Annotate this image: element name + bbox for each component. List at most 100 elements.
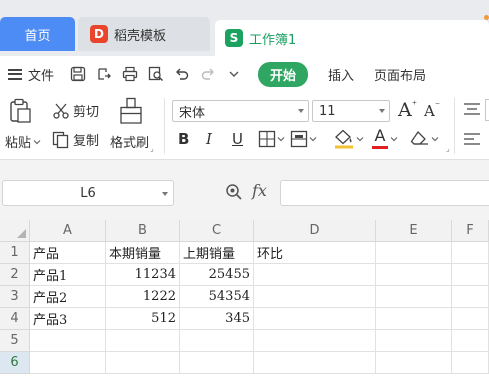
row-header-6[interactable]: 6 <box>0 352 30 374</box>
cell-d3[interactable] <box>254 286 376 308</box>
select-all-corner[interactable] <box>0 220 30 242</box>
cell-c1[interactable]: 上期销量 <box>180 242 254 264</box>
copy-label: 复制 <box>73 134 100 149</box>
cell-e4[interactable] <box>376 308 452 330</box>
clipboard-expand-icon[interactable]: ⌟ <box>150 144 154 153</box>
save-icon[interactable] <box>68 64 88 84</box>
zoom-search-icon[interactable] <box>225 183 243 205</box>
underline-button[interactable]: U <box>232 130 243 148</box>
cell-b5[interactable] <box>106 330 180 352</box>
borders-button[interactable] <box>258 130 285 148</box>
cell-d1[interactable]: 环比 <box>254 242 376 264</box>
row-header-5[interactable]: 5 <box>0 330 30 352</box>
quick-access-toolbar <box>68 64 244 84</box>
clear-format-button[interactable] <box>410 130 439 148</box>
tab-insert[interactable]: 插入 <box>328 65 354 84</box>
cell-f2[interactable] <box>452 264 489 286</box>
row-header-4[interactable]: 4 <box>0 308 30 330</box>
fill-color-button[interactable] <box>333 129 364 149</box>
tab-start[interactable]: 开始 <box>258 61 309 87</box>
cell-d2[interactable] <box>254 264 376 286</box>
redo-icon[interactable] <box>198 64 218 84</box>
cell-c5[interactable] <box>180 330 254 352</box>
cell-a3[interactable]: 产品2 <box>30 286 106 308</box>
bold-button[interactable]: B <box>178 130 189 148</box>
column-header-c[interactable]: C <box>180 220 254 242</box>
cell-a2[interactable]: 产品1 <box>30 264 106 286</box>
cell-e3[interactable] <box>376 286 452 308</box>
cell-f6[interactable] <box>452 352 489 374</box>
column-header-f[interactable]: F <box>452 220 489 242</box>
name-box[interactable]: L6 <box>2 180 174 206</box>
merge-cells-button[interactable] <box>290 130 317 148</box>
tab-template[interactable]: D 稻壳模板 <box>78 17 210 51</box>
format-painter-icon[interactable] <box>118 97 144 125</box>
font-size-select[interactable]: 11 <box>312 100 390 122</box>
column-header-a[interactable]: A <box>30 220 106 242</box>
cell-d6[interactable] <box>254 352 376 374</box>
paste-button[interactable]: 粘贴 <box>5 132 41 151</box>
print-preview-icon[interactable] <box>146 64 166 84</box>
cell-b3[interactable]: 1222 <box>106 286 180 308</box>
row-header-3[interactable]: 3 <box>0 286 30 308</box>
font-expand-icon[interactable]: ⌟ <box>446 144 450 153</box>
cell-e6[interactable] <box>376 352 452 374</box>
cell-b2[interactable]: 11234 <box>106 264 180 286</box>
font-name-select[interactable]: 宋体 <box>172 100 309 122</box>
column-header-e[interactable]: E <box>376 220 452 242</box>
format-painter-button[interactable]: 格式刷 <box>110 132 149 151</box>
cell-e1[interactable] <box>376 242 452 264</box>
paste-icon[interactable] <box>8 98 32 124</box>
cell-a4[interactable]: 产品3 <box>30 308 106 330</box>
increase-font-size-button[interactable]: A ⁺ <box>398 99 417 121</box>
cell-f5[interactable] <box>452 330 489 352</box>
cell-b1[interactable]: 本期销量 <box>106 242 180 264</box>
borders-icon <box>258 130 276 148</box>
cell-c4[interactable]: 345 <box>180 308 254 330</box>
cell-a1[interactable]: 产品 <box>30 242 106 264</box>
cell-c3[interactable]: 54354 <box>180 286 254 308</box>
font-color-button[interactable]: A <box>372 128 398 149</box>
cell-e2[interactable] <box>376 264 452 286</box>
cell-f4[interactable] <box>452 308 489 330</box>
cut-button[interactable]: 剪切 <box>52 101 99 120</box>
undo-icon[interactable] <box>172 64 192 84</box>
cell-c6[interactable] <box>180 352 254 374</box>
customize-dropdown-icon[interactable] <box>224 64 244 84</box>
spreadsheet-grid: A B C D E F 1 产品 本期销量 上期销量 环比 2 产品1 11234 25455 3 产品2 122… <box>0 220 489 384</box>
cell-f3[interactable] <box>452 286 489 308</box>
print-icon[interactable] <box>120 64 140 84</box>
tab-page-layout[interactable]: 页面布局 <box>374 65 426 84</box>
italic-button[interactable]: I <box>206 130 212 148</box>
decrease-font-icon: A <box>424 102 435 120</box>
cut-label: 剪切 <box>73 105 100 120</box>
row-header-1[interactable]: 1 <box>0 242 30 264</box>
export-icon[interactable] <box>94 64 114 84</box>
column-header-b[interactable]: B <box>106 220 180 242</box>
chevron-down-icon <box>390 136 398 141</box>
file-menu[interactable]: 文件 <box>0 65 54 84</box>
cell-d4[interactable] <box>254 308 376 330</box>
align-left-button[interactable] <box>463 132 481 146</box>
cell-b6[interactable] <box>106 352 180 374</box>
cell-e5[interactable] <box>376 330 452 352</box>
cell-f1[interactable] <box>452 242 489 264</box>
formula-input[interactable] <box>280 180 489 206</box>
column-header-d[interactable]: D <box>254 220 376 242</box>
insert-function-icon[interactable]: fx <box>252 181 267 200</box>
row-header-2[interactable]: 2 <box>0 264 30 286</box>
tab-workbook[interactable]: S 工作簿1 <box>215 20 489 56</box>
tab-home[interactable]: 首页 <box>0 17 75 51</box>
copy-button[interactable]: 复制 <box>52 130 99 149</box>
ribbon-overflow-edge <box>485 99 489 121</box>
decrease-font-size-button[interactable]: A ⁻ <box>424 101 440 121</box>
align-top-button[interactable] <box>463 102 481 116</box>
cell-b4[interactable]: 512 <box>106 308 180 330</box>
cell-d5[interactable] <box>254 330 376 352</box>
format-painter-label: 格式刷 <box>110 136 150 151</box>
cell-a5[interactable] <box>30 330 106 352</box>
cell-a6[interactable] <box>30 352 106 374</box>
notification-dot-icon <box>484 15 489 20</box>
paste-label: 粘贴 <box>5 136 32 151</box>
cell-c2[interactable]: 25455 <box>180 264 254 286</box>
